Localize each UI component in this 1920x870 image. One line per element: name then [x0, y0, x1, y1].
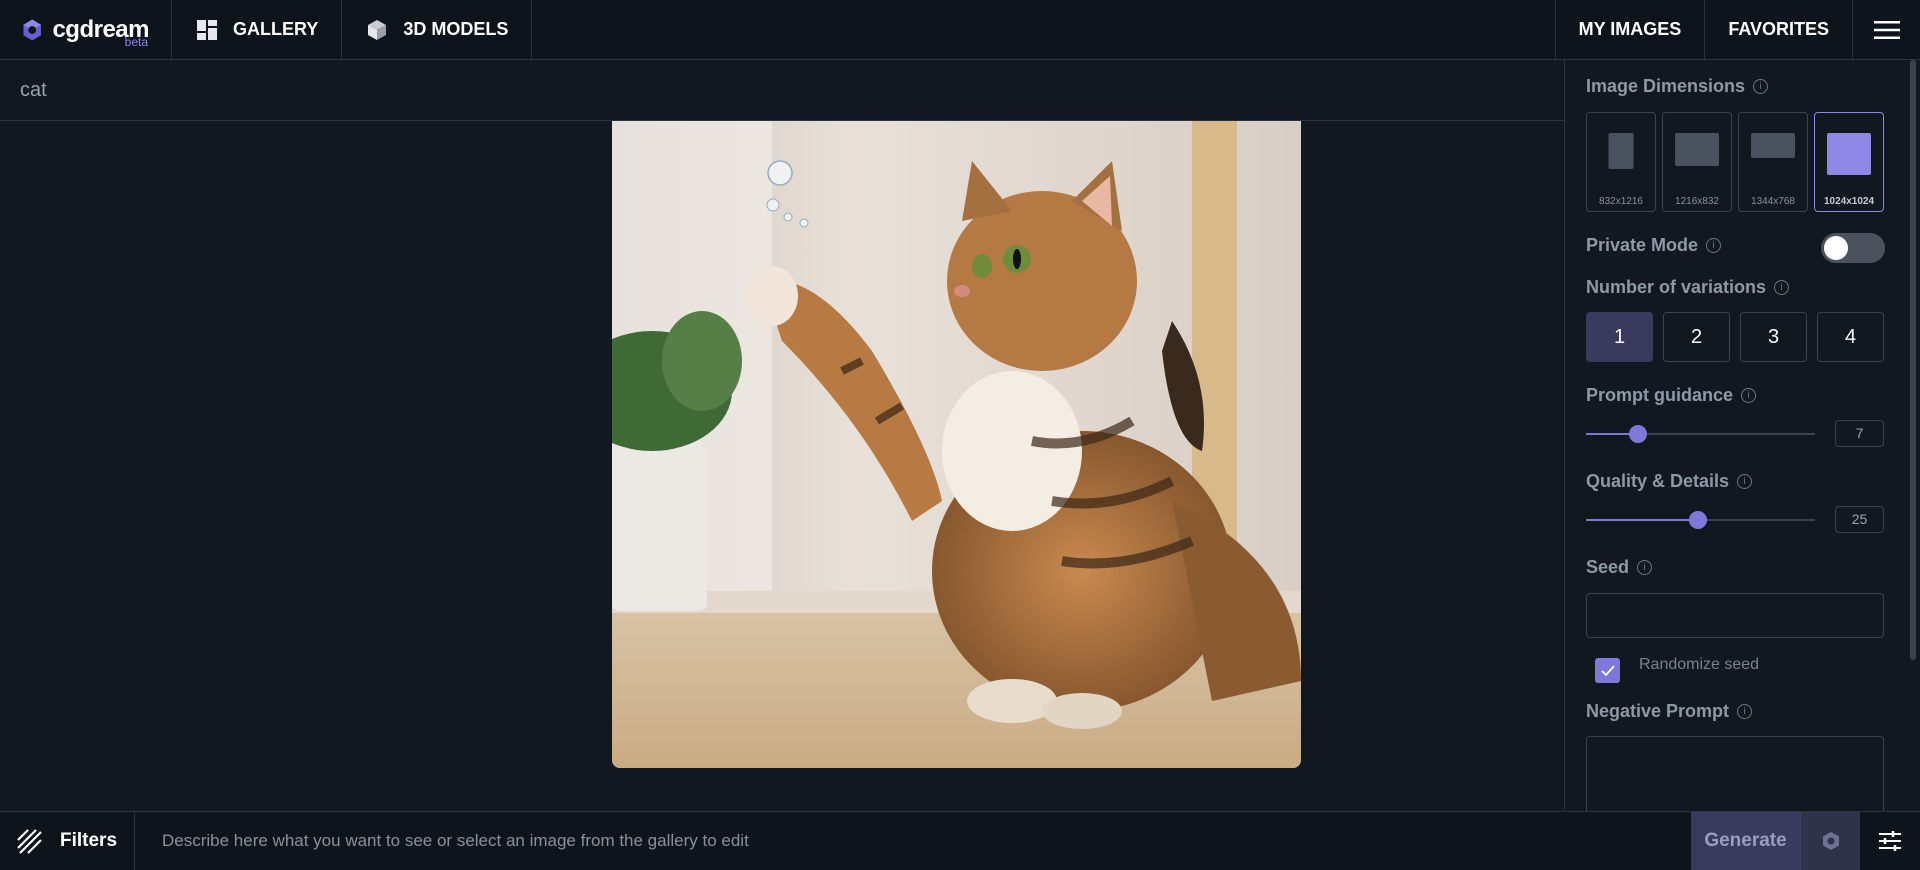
quality-details-slider[interactable]: [1586, 510, 1815, 530]
info-icon[interactable]: i: [1706, 238, 1722, 253]
filters-stripes-icon: [17, 829, 42, 854]
square-shape-icon: [1827, 133, 1871, 175]
filters-button[interactable]: Filters: [0, 812, 135, 870]
current-prompt[interactable]: cat: [0, 60, 1564, 121]
prompt-guidance-value[interactable]: 7: [1835, 420, 1884, 447]
cube-icon: [368, 19, 387, 40]
bottom-bar: Filters Describe here what you want to s…: [0, 811, 1920, 870]
generated-image[interactable]: [612, 121, 1301, 768]
image-canvas: [0, 121, 1564, 811]
variations-heading: Number of variations i: [1586, 277, 1790, 298]
hamburger-menu-button[interactable]: [1852, 0, 1920, 59]
nav-3d-models-label: 3D MODELS: [403, 19, 509, 39]
dimension-option-1216x832[interactable]: 1216x832: [1662, 112, 1732, 212]
negative-prompt-input[interactable]: [1586, 736, 1884, 811]
quality-details-value[interactable]: 25: [1835, 506, 1884, 533]
sliders-icon: [1879, 831, 1901, 851]
info-icon[interactable]: i: [1753, 79, 1769, 94]
describe-input[interactable]: Describe here what you want to see or se…: [135, 812, 1691, 870]
portrait-shape-icon: [1608, 133, 1634, 169]
private-mode-toggle[interactable]: [1821, 233, 1885, 263]
variation-option-4[interactable]: 4: [1817, 312, 1884, 362]
nav-gallery-label: GALLERY: [233, 19, 319, 39]
generate-options-button[interactable]: [1800, 812, 1860, 870]
logo-spinner-icon: [1822, 832, 1839, 850]
dimension-option-1024x1024[interactable]: 1024x1024: [1814, 112, 1884, 212]
dimension-option-1344x768[interactable]: 1344x768: [1738, 112, 1808, 212]
top-navbar: cgdream beta GALLERY 3D MODELS MY IMAGES…: [0, 0, 1920, 60]
private-mode-heading: Private Mode i: [1586, 235, 1722, 256]
seed-input[interactable]: [1586, 593, 1884, 638]
info-icon[interactable]: i: [1737, 704, 1753, 719]
randomize-seed-checkbox[interactable]: [1595, 658, 1620, 683]
slider-thumb[interactable]: [1689, 511, 1707, 529]
hamburger-icon: [1873, 20, 1900, 39]
prompt-guidance-slider[interactable]: [1586, 424, 1815, 444]
info-icon[interactable]: i: [1737, 474, 1753, 489]
nav-my-images-button[interactable]: MY IMAGES: [1554, 0, 1705, 59]
dimension-options: 832x1216 1216x832 1344x768 1024x1024: [1586, 112, 1884, 212]
variation-option-3[interactable]: 3: [1740, 312, 1807, 362]
app-logo[interactable]: cgdream beta: [0, 0, 172, 59]
checkmark-icon: [1600, 664, 1615, 676]
filters-label: Filters: [60, 830, 118, 851]
slider-thumb[interactable]: [1629, 425, 1647, 443]
wide-shape-icon: [1751, 133, 1795, 158]
nav-gallery-button[interactable]: GALLERY: [172, 0, 343, 59]
panel-scrollbar[interactable]: [1910, 60, 1916, 660]
settings-panel: Image Dimensions i 832x1216 1216x832 134…: [1564, 60, 1920, 811]
settings-sliders-button[interactable]: [1860, 812, 1920, 870]
info-icon[interactable]: i: [1637, 560, 1653, 575]
nav-3d-models-button[interactable]: 3D MODELS: [342, 0, 533, 59]
info-icon[interactable]: i: [1774, 280, 1790, 295]
cat-image-illustration: [612, 121, 1301, 768]
variation-option-1[interactable]: 1: [1586, 312, 1653, 362]
generate-button[interactable]: Generate: [1691, 812, 1800, 870]
dimension-option-832x1216[interactable]: 832x1216: [1586, 112, 1656, 212]
image-dimensions-heading: Image Dimensions i: [1586, 76, 1769, 97]
grid-icon: [197, 19, 217, 40]
variation-option-2[interactable]: 2: [1663, 312, 1730, 362]
negative-prompt-heading: Negative Prompt i: [1586, 701, 1753, 722]
quality-details-heading: Quality & Details i: [1586, 471, 1753, 492]
randomize-seed-label: Randomize seed: [1639, 656, 1760, 673]
seed-heading: Seed i: [1586, 557, 1653, 578]
prompt-guidance-heading: Prompt guidance i: [1586, 385, 1757, 406]
variation-options: 1 2 3 4: [1586, 312, 1884, 362]
toggle-knob: [1824, 236, 1848, 260]
landscape-shape-icon: [1675, 133, 1719, 166]
info-icon[interactable]: i: [1741, 388, 1757, 403]
nav-favorites-button[interactable]: FAVORITES: [1704, 0, 1852, 59]
beta-badge: beta: [124, 35, 148, 49]
cgdream-logo-icon: [23, 19, 41, 40]
